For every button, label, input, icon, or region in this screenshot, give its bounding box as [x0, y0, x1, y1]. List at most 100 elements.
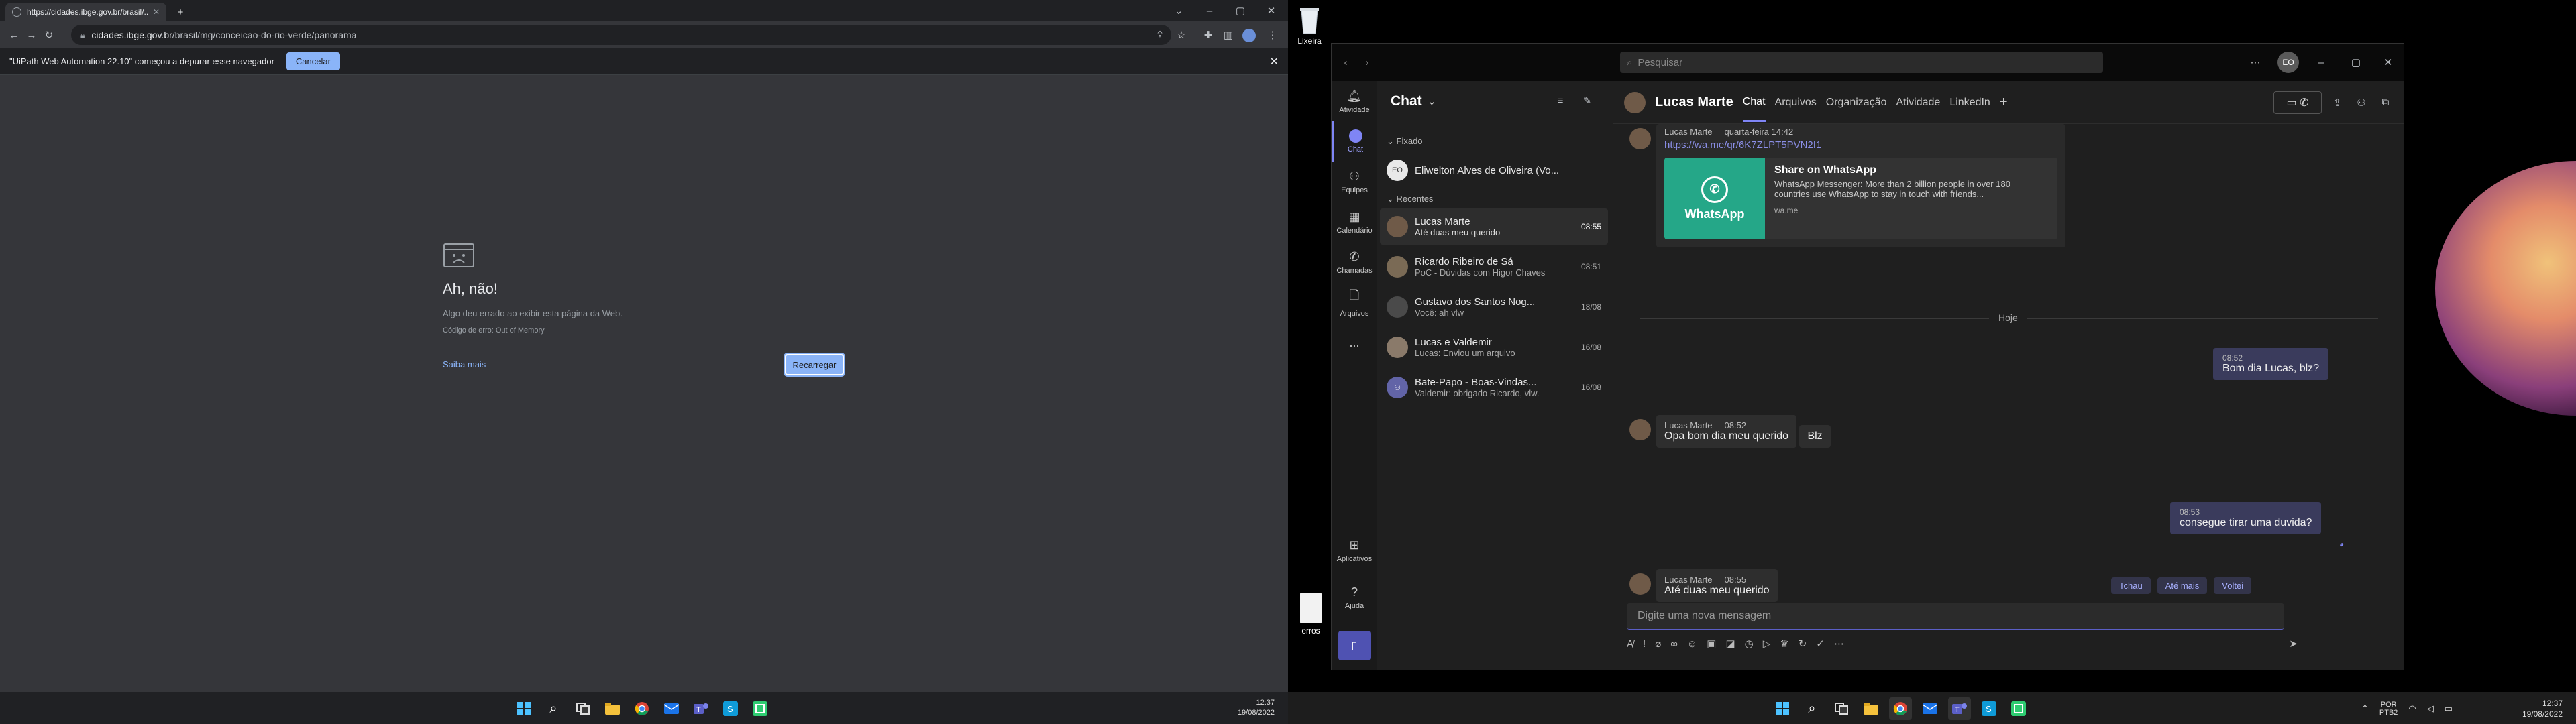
chat-item[interactable]: Ricardo Ribeiro de Sá PoC - Dúvidas com H…	[1380, 249, 1608, 285]
recent-section-label[interactable]: ⌄ Recentes	[1387, 194, 1433, 204]
reload-button[interactable]: Recarregar	[785, 354, 844, 375]
tab-close-icon[interactable]: ✕	[153, 7, 160, 17]
extensions-icon[interactable]: ✚	[1199, 26, 1217, 44]
share-icon[interactable]: ⇪	[1151, 26, 1169, 44]
menu-icon[interactable]: ⋮	[1264, 26, 1281, 44]
profile-avatar[interactable]: EO	[2277, 52, 2299, 73]
add-tab-icon[interactable]: +	[2000, 95, 2008, 110]
side-panel-icon[interactable]: ▥	[1220, 26, 1237, 44]
more-apps-icon[interactable]: ⋯	[1834, 638, 1844, 650]
clock-right[interactable]: 12:37 19/08/2022	[2516, 698, 2563, 719]
search-icon[interactable]: ⌕	[1801, 697, 1823, 720]
rail-apps[interactable]: ⊞ Aplicativos	[1332, 530, 1377, 570]
chevron-up-icon[interactable]: ⌃	[2361, 703, 2369, 714]
browser-tab[interactable]: https://cidades.ibge.gov.br/brasil/... ✕	[5, 3, 166, 21]
add-people-icon[interactable]: ⚇	[2353, 94, 2370, 111]
chat-item[interactable]: ⚇ Bate-Papo - Boas-Vindas... Valdemir: ob…	[1380, 369, 1608, 406]
schedule-icon[interactable]: ◷	[1745, 638, 1754, 650]
rail-calendar[interactable]: ▦ Calendário	[1332, 202, 1377, 242]
star-icon[interactable]: ☆	[1173, 26, 1190, 44]
close-window-icon[interactable]: ✕	[1263, 2, 1280, 19]
rail-more[interactable]: ...	[1332, 322, 1377, 363]
minimize-icon[interactable]: –	[1201, 2, 1218, 19]
suggestion-chip[interactable]: Voltei	[2214, 577, 2252, 594]
profile-avatar[interactable]	[1242, 29, 1256, 42]
approvals-icon[interactable]: ✓	[1816, 638, 1825, 650]
attach-icon[interactable]: ⌀	[1655, 638, 1661, 650]
popout-icon[interactable]: ⧉	[2377, 94, 2394, 111]
chrome-icon[interactable]	[631, 697, 653, 720]
new-chat-icon[interactable]: ✎	[1578, 92, 1596, 109]
mail-icon[interactable]	[1919, 697, 1941, 720]
tab-linkedin[interactable]: LinkedIn	[1949, 97, 1990, 109]
teams-icon[interactable]: T	[690, 697, 712, 720]
rail-files[interactable]: 🗋︎ Arquivos	[1332, 282, 1377, 322]
start-icon[interactable]	[1771, 697, 1794, 720]
rail-activity[interactable]: 🔔︎ Atividade	[1332, 81, 1377, 121]
chrome-icon[interactable]	[1889, 697, 1912, 720]
infobar-close-icon[interactable]: ✕	[1270, 55, 1279, 68]
task-view-icon[interactable]	[1830, 697, 1853, 720]
close-icon[interactable]: ✕	[2379, 54, 2397, 71]
search-icon[interactable]: ⌕	[542, 697, 565, 720]
chat-item[interactable]: Gustavo dos Santos Nog... Você: ah vlw 18…	[1380, 289, 1608, 325]
share-screen-icon[interactable]: ⇪	[2328, 94, 2346, 111]
task-view-icon[interactable]	[572, 697, 594, 720]
reload-icon[interactable]: ↻	[40, 26, 58, 44]
battery-icon[interactable]: ▭	[2445, 703, 2453, 714]
teams-icon[interactable]: T	[1948, 697, 1971, 720]
back-arrow-icon[interactable]: ‹	[1337, 54, 1354, 71]
video-call-icon[interactable]: ▭ ✆	[2273, 90, 2322, 114]
rail-teams[interactable]: ⚇ Equipes	[1332, 162, 1377, 202]
new-tab-icon[interactable]: +	[172, 3, 189, 21]
wifi-icon[interactable]: ◠	[2408, 703, 2416, 714]
suggestion-chip[interactable]: Tchau	[2111, 577, 2151, 594]
language-indicator[interactable]: POR PTB2	[2379, 701, 2398, 717]
gif-icon[interactable]: ▣	[1707, 638, 1716, 650]
excel-like-icon[interactable]	[2007, 697, 2030, 720]
address-bar[interactable]: 🔒︎ cidades.ibge.gov.br/brasil/mg/conceic…	[71, 25, 1171, 45]
cancel-button[interactable]: Cancelar	[286, 52, 340, 70]
send-icon[interactable]: ➤	[2289, 638, 2298, 650]
file-explorer-icon[interactable]	[1860, 697, 1882, 720]
recycle-bin-icon[interactable]: Lixeira	[1295, 5, 1324, 46]
message-link[interactable]: https://wa.me/qr/6K7ZLPT5PVN2I1	[1664, 139, 2057, 151]
emoji-icon[interactable]: ☺	[1687, 638, 1697, 650]
mobile-button[interactable]: ▯	[1338, 631, 1371, 660]
file-explorer-icon[interactable]	[601, 697, 624, 720]
link-preview-card[interactable]: ✆ WhatsApp Share on WhatsApp WhatsApp Me…	[1664, 158, 2057, 239]
format-icon[interactable]: A̸	[1627, 638, 1633, 650]
forward-arrow-icon[interactable]: ›	[1358, 54, 1376, 71]
forward-icon[interactable]: →	[23, 26, 40, 44]
start-icon[interactable]	[513, 697, 535, 720]
compose-box[interactable]: Digite uma nova mensagem	[1627, 603, 2284, 630]
uipath-icon[interactable]: S	[1978, 697, 2000, 720]
pinned-section-label[interactable]: ⌄ Fixado	[1387, 136, 1423, 147]
uipath-icon[interactable]: S	[719, 697, 742, 720]
chat-item-pinned[interactable]: EO Eliwelton Alves de Oliveira (Vo...	[1380, 152, 1608, 188]
excel-like-icon[interactable]	[749, 697, 771, 720]
tab-files[interactable]: Arquivos	[1775, 97, 1817, 109]
meet-icon[interactable]: ▷	[1763, 638, 1771, 650]
rail-help[interactable]: ? Ajuda	[1332, 577, 1377, 617]
maximize-icon[interactable]: ▢	[2347, 54, 2365, 71]
sticker-icon[interactable]: ◪	[1725, 638, 1735, 650]
rail-calls[interactable]: ✆ Chamadas	[1332, 242, 1377, 282]
mail-icon[interactable]	[660, 697, 683, 720]
rail-chat[interactable]: Chat	[1332, 121, 1377, 162]
chat-item[interactable]: Lucas Marte Até duas meu querido 08:55	[1380, 208, 1608, 245]
chat-item[interactable]: Lucas e Valdemir Lucas: Enviou um arquivo…	[1380, 329, 1608, 365]
stream-icon[interactable]: ↻	[1799, 638, 1807, 650]
tab-chat[interactable]: Chat	[1742, 82, 1766, 122]
chat-list-header[interactable]: Chat ⌄	[1391, 93, 1436, 109]
clock-left[interactable]: 12:37 19/08/2022	[1234, 698, 1275, 718]
tab-search-icon[interactable]: ⌄	[1170, 2, 1187, 19]
priority-icon[interactable]: !	[1643, 638, 1646, 650]
learn-more-link[interactable]: Saiba mais	[443, 359, 486, 369]
desktop-file-icon[interactable]: erros	[1297, 593, 1324, 636]
more-options-icon[interactable]: ⋯	[2247, 54, 2264, 71]
minimize-icon[interactable]: –	[2312, 54, 2330, 71]
suggestion-chip[interactable]: Até mais	[2157, 577, 2208, 594]
maximize-icon[interactable]: ▢	[1232, 2, 1249, 19]
back-icon[interactable]: ←	[5, 26, 23, 44]
